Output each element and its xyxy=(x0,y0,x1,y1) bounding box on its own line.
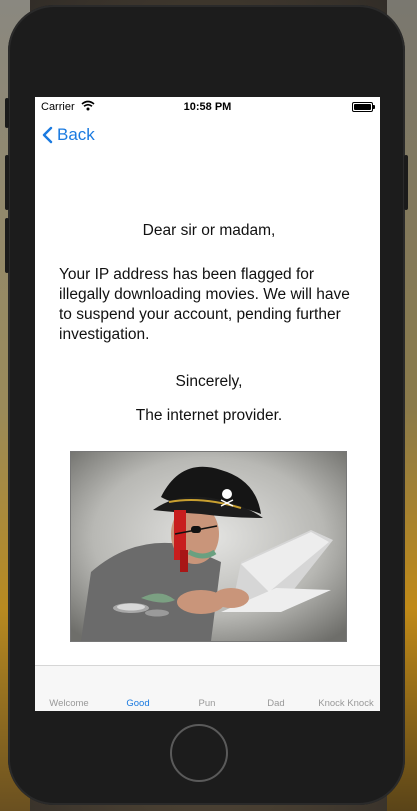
tab-bar: Welcome Good Pun Dad Knock Knock xyxy=(35,665,380,711)
battery-icon xyxy=(352,102,375,112)
letter-body: Your IP address has been flagged for ill… xyxy=(59,266,350,343)
app-screen: Carrier 10:58 PM Back Dear sir or madam,… xyxy=(35,97,380,711)
tab-pun[interactable]: Pun xyxy=(185,698,229,709)
volume-down-button[interactable] xyxy=(5,218,9,273)
volume-up-button[interactable] xyxy=(5,155,9,210)
letter-signature: The internet provider. xyxy=(135,407,283,424)
tab-good[interactable]: Good xyxy=(115,698,161,709)
letter-greeting: Dear sir or madam, xyxy=(142,222,276,239)
pirate-hacker-image xyxy=(70,451,347,642)
home-button[interactable] xyxy=(170,724,228,782)
tab-knock-knock[interactable]: Knock Knock xyxy=(312,698,380,709)
chevron-left-icon xyxy=(42,126,53,144)
mute-switch[interactable] xyxy=(5,98,9,128)
power-button[interactable] xyxy=(404,155,408,210)
tab-welcome[interactable]: Welcome xyxy=(43,698,95,709)
tab-dad[interactable]: Dad xyxy=(254,698,298,709)
back-label: Back xyxy=(57,125,95,144)
status-time: 10:58 PM xyxy=(183,101,232,113)
back-button[interactable]: Back xyxy=(41,125,95,145)
letter-closing: Sincerely, xyxy=(175,373,243,390)
status-bar: Carrier 10:58 PM xyxy=(35,97,380,117)
